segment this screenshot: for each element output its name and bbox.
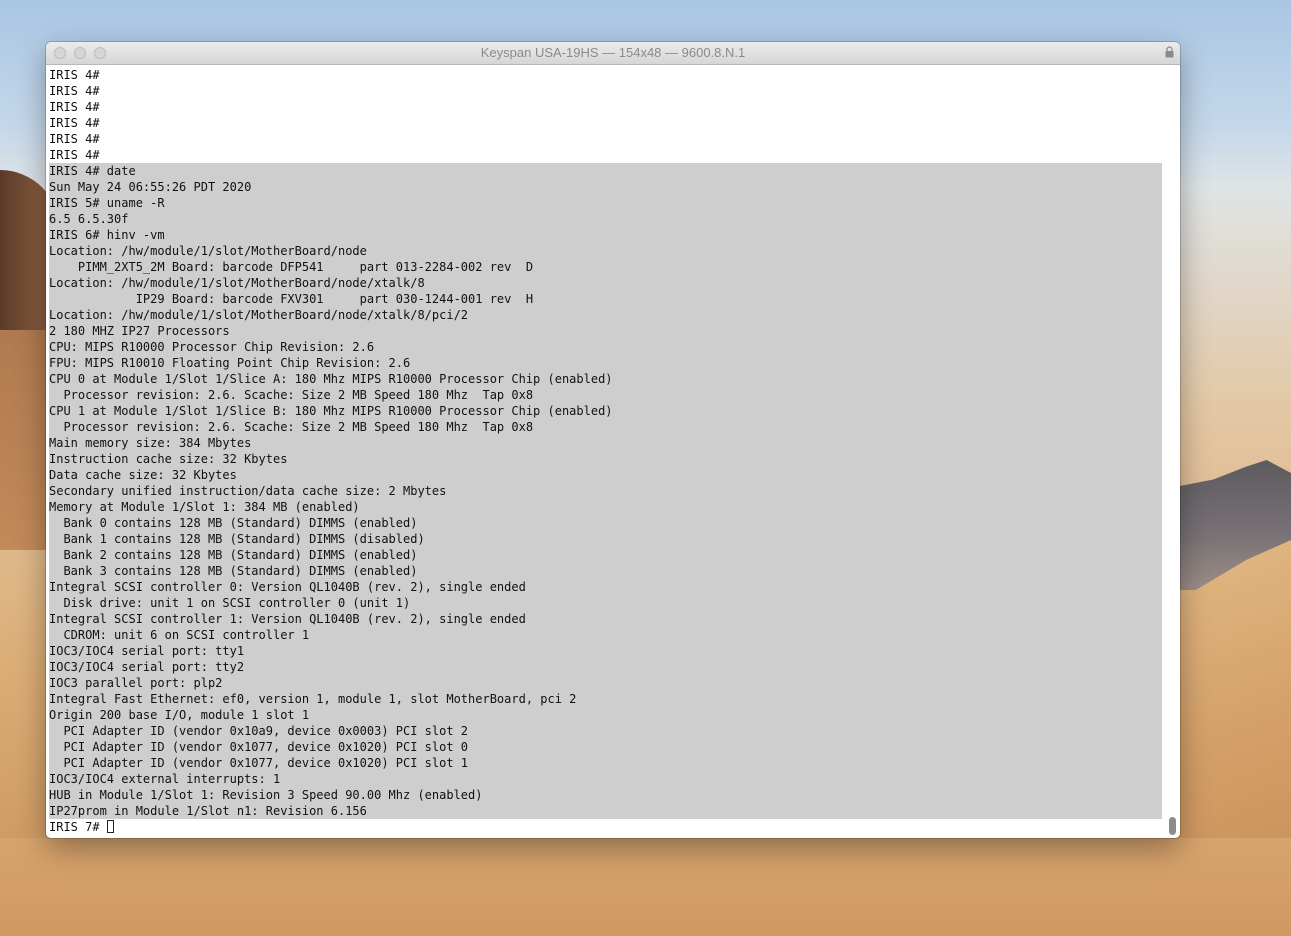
selected-line: IOC3/IOC4 serial port: tty2 [49,659,1162,675]
selected-line: Secondary unified instruction/data cache… [49,483,1162,499]
text-cursor [106,820,114,833]
terminal-line: IRIS 4# [49,100,100,114]
terminal-content[interactable]: IRIS 4# IRIS 4# IRIS 4# IRIS 4# IRIS 4# … [46,65,1166,838]
selected-line: PCI Adapter ID (vendor 0x10a9, device 0x… [49,723,1162,739]
selected-line: Bank 1 contains 128 MB (Standard) DIMMS … [49,531,1162,547]
selected-line: PIMM_2XT5_2M Board: barcode DFP541 part … [49,259,1162,275]
selected-line: PCI Adapter ID (vendor 0x1077, device 0x… [49,755,1162,771]
vertical-scrollbar[interactable] [1166,65,1180,838]
current-prompt-line[interactable]: IRIS 7# [49,819,1162,835]
selected-line: PCI Adapter ID (vendor 0x1077, device 0x… [49,739,1162,755]
selected-line: 2 180 MHZ IP27 Processors [49,323,1162,339]
selected-line: Processor revision: 2.6. Scache: Size 2 … [49,419,1162,435]
selected-line: 6.5 6.5.30f [49,211,1162,227]
selected-line: Integral SCSI controller 1: Version QL10… [49,611,1162,627]
terminal-line: IRIS 4# [49,84,100,98]
terminal-line: IRIS 4# [49,68,100,82]
selected-line: CPU 0 at Module 1/Slot 1/Slice A: 180 Mh… [49,371,1162,387]
selected-line: Memory at Module 1/Slot 1: 384 MB (enabl… [49,499,1162,515]
lock-icon [1165,46,1174,58]
selected-line: Origin 200 base I/O, module 1 slot 1 [49,707,1162,723]
selected-line: Integral Fast Ethernet: ef0, version 1, … [49,691,1162,707]
terminal-line: IRIS 4# [49,132,100,146]
window-title: Keyspan USA-19HS — 154x48 — 9600.8.N.1 [480,45,746,60]
selected-line: CPU 1 at Module 1/Slot 1/Slice B: 180 Mh… [49,403,1162,419]
selected-line: CPU: MIPS R10000 Processor Chip Revision… [49,339,1162,355]
selected-line: Integral SCSI controller 0: Version QL10… [49,579,1162,595]
selected-line: Data cache size: 32 Kbytes [49,467,1162,483]
selected-line: Main memory size: 384 Mbytes [49,435,1162,451]
selected-line: Bank 0 contains 128 MB (Standard) DIMMS … [49,515,1162,531]
scrollbar-thumb[interactable] [1169,817,1176,835]
selected-line: IRIS 4# date [49,163,1162,179]
selected-line: Sun May 24 06:55:26 PDT 2020 [49,179,1162,195]
selected-line: HUB in Module 1/Slot 1: Revision 3 Speed… [49,787,1162,803]
selected-line: IRIS 6# hinv -vm [49,227,1162,243]
selected-line: IP27prom in Module 1/Slot n1: Revision 6… [49,803,1162,819]
terminal-line: IRIS 4# [49,148,100,162]
selected-line: FPU: MIPS R10010 Floating Point Chip Rev… [49,355,1162,371]
selected-line: Disk drive: unit 1 on SCSI controller 0 … [49,595,1162,611]
selected-line: IOC3 parallel port: plp2 [49,675,1162,691]
selected-line: IRIS 5# uname -R [49,195,1162,211]
selected-line: Processor revision: 2.6. Scache: Size 2 … [49,387,1162,403]
selected-line: Bank 3 contains 128 MB (Standard) DIMMS … [49,563,1162,579]
current-prompt: IRIS 7# [49,820,107,834]
desktop-dune-left-lower [0,330,50,550]
title-bar[interactable]: Keyspan USA-19HS — 154x48 — 9600.8.N.1 [46,42,1180,65]
selected-line: IP29 Board: barcode FXV301 part 030-1244… [49,291,1162,307]
selected-line: Location: /hw/module/1/slot/MotherBoard/… [49,307,1162,323]
desktop-dune-bottom [0,838,1291,936]
selected-line: Instruction cache size: 32 Kbytes [49,451,1162,467]
selected-line: Location: /hw/module/1/slot/MotherBoard/… [49,243,1162,259]
selected-line: Location: /hw/module/1/slot/MotherBoard/… [49,275,1162,291]
selected-line: Bank 2 contains 128 MB (Standard) DIMMS … [49,547,1162,563]
selected-line: IOC3/IOC4 external interrupts: 1 [49,771,1162,787]
terminal-line: IRIS 4# [49,116,100,130]
terminal-output: IRIS 4# IRIS 4# IRIS 4# IRIS 4# IRIS 4# … [49,67,1162,835]
selected-line: CDROM: unit 6 on SCSI controller 1 [49,627,1162,643]
selected-line: IOC3/IOC4 serial port: tty1 [49,643,1162,659]
terminal-window: Keyspan USA-19HS — 154x48 — 9600.8.N.1 I… [46,42,1180,838]
